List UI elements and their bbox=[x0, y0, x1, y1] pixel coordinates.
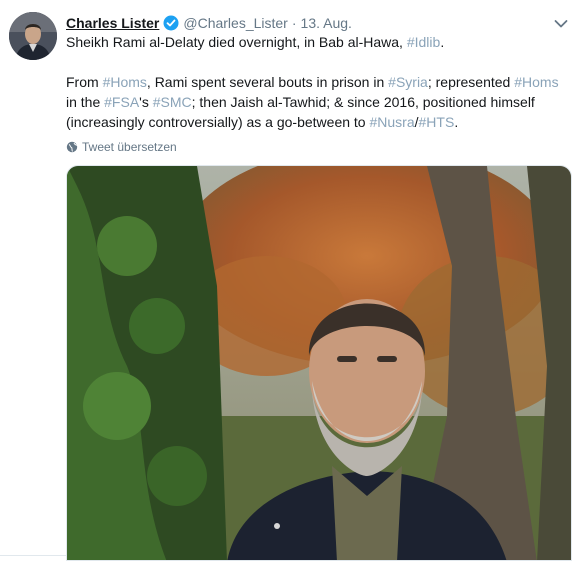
hashtag-link[interactable]: #Idlib bbox=[407, 34, 440, 50]
author-avatar[interactable] bbox=[9, 12, 57, 60]
tweet-text-segment: in the bbox=[66, 94, 105, 110]
tweet-date[interactable]: 13. Aug. bbox=[301, 15, 352, 31]
header-separator: · bbox=[291, 15, 297, 31]
tweet-text-segment: From bbox=[66, 74, 103, 90]
translate-tweet-link[interactable]: Tweet übersetzen bbox=[66, 139, 177, 155]
divider bbox=[0, 555, 66, 556]
tweet-text-segment: ; represented bbox=[427, 74, 515, 90]
author-handle[interactable]: @Charles_Lister bbox=[183, 15, 287, 31]
hashtag-link[interactable]: #Homs bbox=[103, 74, 147, 90]
hashtag-link[interactable]: #Syria bbox=[388, 74, 428, 90]
tweet-text-segment: . bbox=[454, 114, 459, 130]
tweet-header: Charles Lister @Charles_Lister · 13. Aug… bbox=[66, 13, 352, 33]
tweet-text-segment: , Rami spent several bouts in prison in bbox=[146, 74, 389, 90]
tweet-text-segment: 's bbox=[139, 94, 153, 110]
tweet-paragraph-2: From #Homs, Rami spent several bouts in … bbox=[66, 72, 568, 132]
author-name[interactable]: Charles Lister bbox=[66, 15, 159, 31]
hashtag-link[interactable]: #Homs bbox=[514, 74, 558, 90]
tweet-photo[interactable] bbox=[66, 165, 572, 561]
verified-badge-icon bbox=[163, 15, 179, 31]
hashtag-link[interactable]: #Nusra bbox=[369, 114, 414, 130]
tweet-text-segment: . bbox=[440, 34, 445, 50]
tweet-paragraph-1: Sheikh Rami al-Delaty died overnight, in… bbox=[66, 32, 568, 52]
hashtag-link[interactable]: #FSA bbox=[104, 94, 139, 110]
hashtag-link[interactable]: #SMC bbox=[153, 94, 192, 110]
globe-icon bbox=[66, 141, 78, 153]
tweet-text-segment: Sheikh Rami al-Delaty died overnight, in… bbox=[66, 34, 407, 50]
tweet-text: Sheikh Rami al-Delaty died overnight, in… bbox=[66, 32, 568, 132]
hashtag-link[interactable]: #HTS bbox=[419, 114, 455, 130]
photo-image bbox=[67, 166, 571, 560]
translate-label: Tweet übersetzen bbox=[82, 140, 177, 154]
chevron-down-icon[interactable] bbox=[554, 16, 568, 28]
